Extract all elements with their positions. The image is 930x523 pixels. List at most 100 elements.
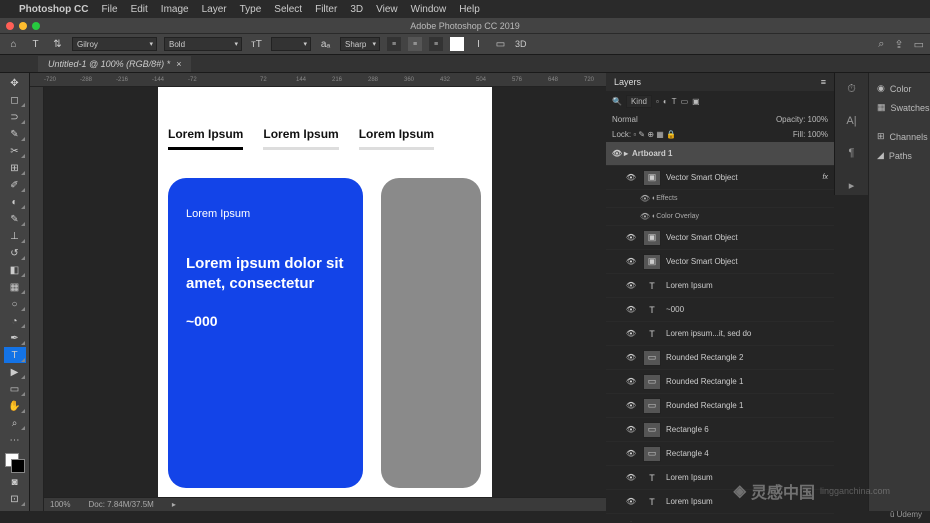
menu-select[interactable]: Select bbox=[274, 4, 302, 15]
text-color-swatch[interactable] bbox=[450, 37, 464, 51]
horizontal-ruler[interactable]: -720-288-216-144-72721442162883604325045… bbox=[30, 73, 606, 87]
document-tab[interactable]: Untitled-1 @ 100% (RGB/8#) *× bbox=[38, 56, 191, 72]
layer-item[interactable]: 👁▭Rounded Rectangle 2 bbox=[606, 346, 834, 370]
brush-tool[interactable]: ✎ bbox=[4, 211, 26, 227]
font-family-dropdown[interactable]: Gilroy bbox=[72, 37, 157, 51]
clone-tool[interactable]: ⊥ bbox=[4, 228, 26, 244]
close-window-button[interactable] bbox=[6, 22, 14, 30]
layer-item[interactable]: 👁▭Rounded Rectangle 1 bbox=[606, 370, 834, 394]
visibility-icon[interactable]: 👁 bbox=[624, 377, 638, 386]
visibility-icon[interactable]: 👁 bbox=[624, 233, 638, 242]
path-select-tool[interactable]: ▶ bbox=[4, 364, 26, 380]
menu-filter[interactable]: Filter bbox=[315, 4, 337, 15]
visibility-icon[interactable]: 👁 bbox=[624, 521, 638, 522]
visibility-icon[interactable]: 👁 bbox=[624, 473, 638, 482]
font-weight-dropdown[interactable]: Bold bbox=[164, 37, 242, 51]
visibility-icon[interactable]: 👁 bbox=[624, 173, 638, 182]
type-tool-icon[interactable]: T bbox=[28, 37, 43, 52]
menu-3d[interactable]: 3D bbox=[350, 4, 363, 15]
close-tab-icon[interactable]: × bbox=[176, 59, 181, 69]
opacity-value[interactable]: 100% bbox=[808, 115, 828, 124]
edit-toolbar[interactable]: ⋯ bbox=[4, 432, 26, 448]
blend-mode-dropdown[interactable]: Normal bbox=[612, 115, 670, 124]
search-icon[interactable]: ⌕ bbox=[878, 38, 884, 51]
visibility-icon[interactable]: 👁 bbox=[638, 212, 652, 221]
align-left-icon[interactable]: ≡ bbox=[387, 37, 401, 51]
layer-item[interactable]: 👁T~000 bbox=[606, 298, 834, 322]
minimize-window-button[interactable] bbox=[19, 22, 27, 30]
hand-tool[interactable]: ✋ bbox=[4, 398, 26, 414]
visibility-icon[interactable]: 👁 bbox=[624, 257, 638, 266]
lasso-tool[interactable]: ⊃ bbox=[4, 109, 26, 125]
menu-layer[interactable]: Layer bbox=[202, 4, 227, 15]
eyedropper-tool[interactable]: ✐ bbox=[4, 177, 26, 193]
menu-help[interactable]: Help bbox=[459, 4, 480, 15]
visibility-icon[interactable]: 👁 bbox=[624, 497, 638, 506]
filter-pixel-icon[interactable]: ▫ bbox=[656, 97, 659, 106]
move-tool[interactable]: ✥ bbox=[4, 75, 26, 91]
pen-tool[interactable]: ✒ bbox=[4, 330, 26, 346]
gradient-tool[interactable]: ▦ bbox=[4, 279, 26, 295]
frame-tool[interactable]: ⊞ bbox=[4, 160, 26, 176]
visibility-icon[interactable]: 👁 bbox=[624, 305, 638, 314]
filter-adjust-icon[interactable]: ◐ bbox=[663, 97, 668, 106]
quick-mask[interactable]: ◙ bbox=[4, 474, 26, 490]
layer-artboard[interactable]: 👁▸ Artboard 1 bbox=[606, 142, 834, 166]
layer-item[interactable]: 👁TLorem Ipsum bbox=[606, 274, 834, 298]
paragraph-icon[interactable]: ¶ bbox=[842, 143, 862, 163]
vertical-ruler[interactable] bbox=[30, 87, 44, 511]
screen-mode[interactable]: ⊡ bbox=[4, 491, 26, 507]
layer-item[interactable]: 👁▣Vector Smart Objectfx bbox=[606, 166, 834, 190]
healing-tool[interactable]: ◐ bbox=[4, 194, 26, 210]
orientation-icon[interactable]: ⇅ bbox=[50, 37, 65, 52]
filter-kind-dropdown[interactable]: Kind bbox=[626, 95, 652, 108]
layer-item[interactable]: 👁▣Vector Smart Object bbox=[606, 250, 834, 274]
layer-item[interactable]: 👁TLorem Ipsum bbox=[606, 466, 834, 490]
layer-fx[interactable]: 👁◐ Effects bbox=[606, 190, 834, 208]
workspace-icon[interactable]: ▭ bbox=[914, 38, 924, 51]
maximize-window-button[interactable] bbox=[32, 22, 40, 30]
color-swatches[interactable] bbox=[5, 453, 25, 473]
history-icon[interactable]: ⏱ bbox=[842, 79, 862, 99]
artboard-canvas[interactable]: Lorem Ipsum Lorem Ipsum Lorem Ipsum Lore… bbox=[158, 87, 492, 511]
menu-type[interactable]: Type bbox=[240, 4, 262, 15]
menu-edit[interactable]: Edit bbox=[131, 4, 148, 15]
align-right-icon[interactable]: ≡ bbox=[429, 37, 443, 51]
warp-text-icon[interactable]: I bbox=[471, 37, 486, 52]
share-icon[interactable]: ⇪ bbox=[894, 38, 903, 51]
visibility-icon[interactable]: 👁 bbox=[610, 149, 624, 158]
card-grey[interactable] bbox=[381, 178, 481, 488]
swatches-panel[interactable]: ▦Swatches bbox=[877, 98, 922, 117]
fill-value[interactable]: 100% bbox=[808, 130, 828, 139]
character-icon[interactable]: A| bbox=[842, 111, 862, 131]
layer-item[interactable]: 👁TLorem Ipsum bbox=[606, 514, 834, 522]
antialias-dropdown[interactable]: Sharp bbox=[340, 37, 380, 51]
zoom-level[interactable]: 100% bbox=[50, 500, 70, 509]
marquee-tool[interactable]: ◻ bbox=[4, 92, 26, 108]
blur-tool[interactable]: ○ bbox=[4, 296, 26, 312]
menu-view[interactable]: View bbox=[376, 4, 398, 15]
visibility-icon[interactable]: 👁 bbox=[638, 194, 652, 203]
paths-panel[interactable]: ◢Paths bbox=[877, 146, 922, 165]
quick-select-tool[interactable]: ✎ bbox=[4, 126, 26, 142]
layer-item[interactable]: 👁TLorem ipsum...it, sed do bbox=[606, 322, 834, 346]
rectangle-tool[interactable]: ▭ bbox=[4, 381, 26, 397]
panel-menu-icon[interactable]: ≡ bbox=[821, 77, 826, 87]
lock-icons[interactable]: ▫ ✎ ⊕ ▦ 🔒 bbox=[633, 130, 676, 139]
dodge-tool[interactable]: ◔ bbox=[4, 313, 26, 329]
design-tab-2[interactable]: Lorem Ipsum bbox=[263, 127, 338, 150]
visibility-icon[interactable]: 👁 bbox=[624, 401, 638, 410]
design-tab-1[interactable]: Lorem Ipsum bbox=[168, 127, 243, 150]
font-size-dropdown[interactable] bbox=[271, 37, 311, 51]
layers-tab[interactable]: Layers bbox=[614, 77, 641, 87]
menu-window[interactable]: Window bbox=[411, 4, 447, 15]
filter-smart-icon[interactable]: ▣ bbox=[692, 97, 700, 106]
history-brush-tool[interactable]: ↺ bbox=[4, 245, 26, 261]
card-blue[interactable]: Lorem Ipsum Lorem ipsum dolor sit amet, … bbox=[168, 178, 363, 488]
visibility-icon[interactable]: 👁 bbox=[624, 329, 638, 338]
visibility-icon[interactable]: 👁 bbox=[624, 449, 638, 458]
layer-item[interactable]: 👁▭Rectangle 4 bbox=[606, 442, 834, 466]
channels-panel[interactable]: ⊞Channels bbox=[877, 127, 922, 146]
visibility-icon[interactable]: 👁 bbox=[624, 281, 638, 290]
3d-button[interactable]: 3D bbox=[515, 39, 527, 49]
